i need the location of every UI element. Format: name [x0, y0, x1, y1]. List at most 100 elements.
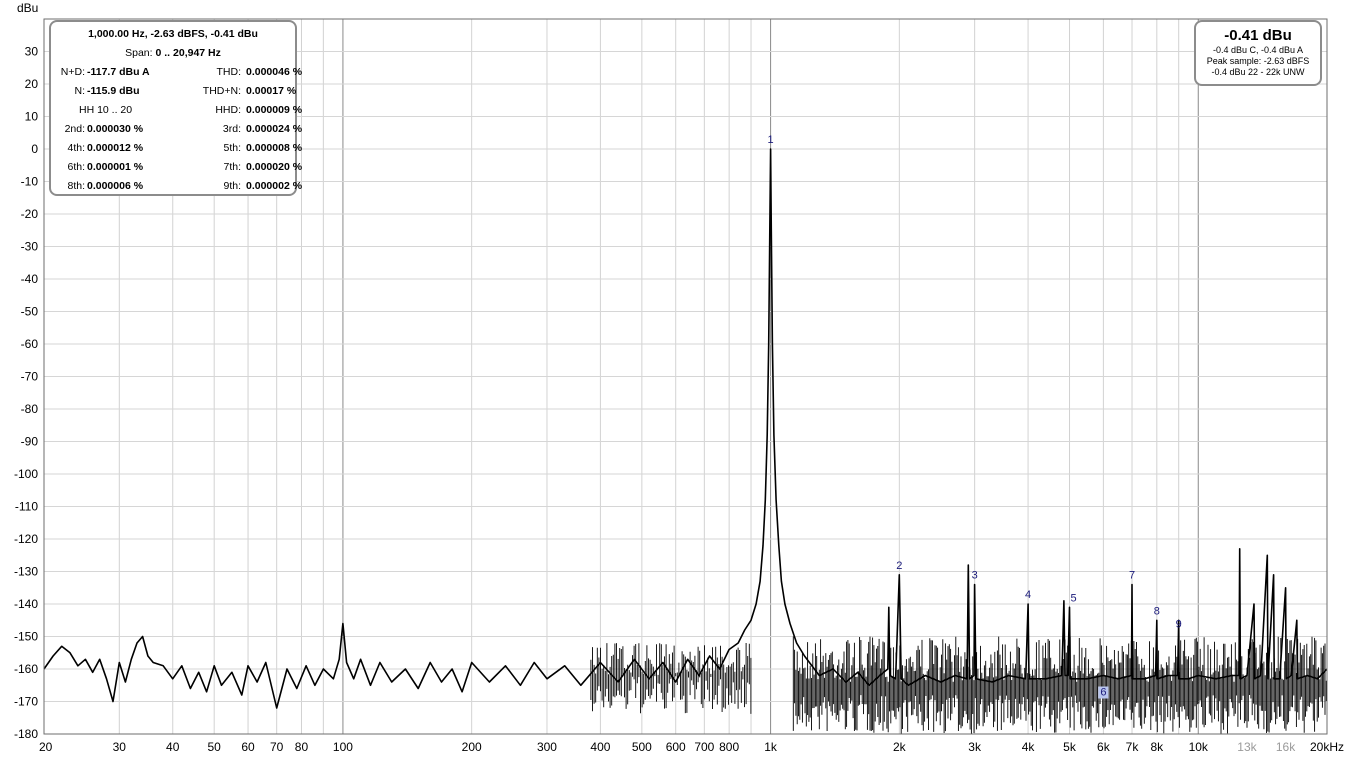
x-tick-label: 500: [632, 740, 652, 754]
x-tick-label: 700: [694, 740, 714, 754]
spectrum-series: [43, 148, 1328, 709]
x-tick-label: 200: [462, 740, 482, 754]
y-tick-label: -130: [14, 565, 38, 579]
y-axis-unit-label: dBu: [17, 1, 38, 15]
x-tick-label: 5k: [1063, 740, 1077, 754]
stat-value: 0.000046 %: [246, 66, 303, 78]
y-tick-label: -50: [21, 305, 39, 319]
level-unweighted: -0.4 dBu 22 - 22k UNW: [1211, 67, 1305, 77]
stat-value: 0.000002 %: [246, 180, 303, 192]
x-tick-label: 300: [537, 740, 557, 754]
stat-label: 7th:: [223, 161, 241, 173]
x-tick-label: 16k: [1276, 740, 1296, 754]
span-value: 0 .. 20,947 Hz: [155, 47, 221, 59]
x-tick-label: 13k: [1237, 740, 1257, 754]
y-tick-label: -120: [14, 532, 38, 546]
stat-value: 0.000012 %: [87, 142, 144, 154]
level-main-value: -0.41 dBu: [1224, 27, 1292, 44]
y-tick-label: -20: [21, 207, 39, 221]
y-tick-label: -140: [14, 597, 38, 611]
x-tick-label: 1k: [764, 740, 778, 754]
x-tick-label: 20kHz: [1310, 740, 1344, 754]
stat-value: 0.000009 %: [246, 104, 303, 116]
x-axis-ticks: 20 30 40 50 60 70 80 100 200 300 400 500 600 700 800 1k…: [39, 740, 1344, 754]
stat-value: -117.7 dBu A: [87, 66, 150, 78]
stat-label: N:: [74, 85, 86, 97]
level-peak-sample: Peak sample: -2.63 dBFS: [1206, 56, 1310, 66]
stats-row: 6th: 0.000001 % 7th: 0.000020 %: [51, 161, 302, 175]
y-tick-label: -100: [14, 467, 38, 481]
y-tick-label: -150: [14, 630, 38, 644]
stat-label: N+D:: [60, 66, 85, 78]
span-label: Span:: [125, 47, 153, 59]
y-tick-label: -180: [14, 727, 38, 741]
stat-label: 2nd:: [64, 123, 85, 135]
x-tick-label: 2k: [893, 740, 907, 754]
y-tick-label: -90: [21, 435, 39, 449]
harmonic-marker-label: 4: [1025, 589, 1031, 601]
stats-row: N+D: -117.7 dBu A THD: 0.000046 %: [51, 66, 302, 80]
x-tick-label: 30: [113, 740, 127, 754]
x-tick-label: 4k: [1022, 740, 1036, 754]
noise-floor-texture: [590, 636, 1327, 734]
harmonic-marker-label: 8: [1154, 605, 1160, 617]
stat-label: HH 10 .. 20: [79, 104, 133, 116]
harmonic-marker-label: 7: [1129, 570, 1135, 582]
x-tick-label: 6k: [1097, 740, 1111, 754]
stats-row: 8th: 0.000006 % 9th: 0.000002 %: [51, 180, 302, 194]
harmonic-marker-label: 9: [1176, 618, 1182, 630]
x-tick-label: 80: [295, 740, 309, 754]
y-tick-label: 0: [31, 142, 38, 156]
y-tick-label: -80: [21, 402, 39, 416]
x-tick-label: 60: [241, 740, 255, 754]
stats-row: HH 10 .. 20 HHD: 0.000009 %: [51, 104, 302, 118]
harmonic-marker-label: 2: [896, 560, 902, 572]
y-tick-label: -40: [21, 272, 39, 286]
x-tick-label: 40: [166, 740, 180, 754]
x-tick-label: 100: [333, 740, 353, 754]
harmonic-marker-label: 5: [1070, 592, 1076, 604]
harmonic-marker-label: 1: [768, 134, 774, 146]
x-tick-label: 400: [590, 740, 610, 754]
level-meter-panel[interactable]: -0.41 dBu -0.4 dBu C, -0.4 dBu A Peak sa…: [1194, 20, 1322, 86]
x-tick-label: 10k: [1189, 740, 1209, 754]
y-tick-label: 20: [25, 77, 39, 91]
y-tick-label: 30: [25, 45, 39, 59]
y-tick-label: -10: [21, 175, 39, 189]
stat-value: 0.00017 %: [246, 85, 297, 97]
stat-value: 0.000006 %: [87, 180, 144, 192]
y-axis-ticks: 30 20 10 0 -10 -20 -30 -40 -50 -60 -70 -80 -90 -100 -1…: [14, 45, 38, 742]
stat-value: 0.000020 %: [246, 161, 303, 173]
stat-label: 9th:: [223, 180, 241, 192]
stat-label: 6th:: [67, 161, 85, 173]
stats-row: 2nd: 0.000030 % 3rd: 0.000024 %: [51, 123, 303, 137]
x-tick-label: 800: [719, 740, 739, 754]
span-readout: Span: 0 .. 20,947 Hz: [51, 47, 295, 59]
stat-value: 0.000030 %: [87, 123, 144, 135]
y-tick-label: -30: [21, 240, 39, 254]
level-weighted: -0.4 dBu C, -0.4 dBu A: [1212, 45, 1304, 55]
stat-value: 0.000001 %: [87, 161, 144, 173]
stats-row: 4th: 0.000012 % 5th: 0.000008 %: [51, 142, 302, 156]
spectrum-line: [43, 148, 1328, 709]
y-tick-label: -160: [14, 662, 38, 676]
measurement-stats-panel[interactable]: 1,000.00 Hz, -2.63 dBFS, -0.41 dBu Span:…: [49, 20, 303, 196]
stats-row: N: -115.9 dBu THD+N: 0.00017 %: [51, 85, 297, 99]
stat-label: THD:: [216, 66, 242, 78]
stat-label: HHD:: [215, 104, 241, 116]
x-tick-label: 7k: [1126, 740, 1140, 754]
harmonic-marker-label: 3: [972, 570, 978, 582]
stat-value: 0.000008 %: [246, 142, 303, 154]
x-tick-label: 600: [666, 740, 686, 754]
harmonic-marker-label: 6: [1100, 687, 1106, 699]
fundamental-readout: 1,000.00 Hz, -2.63 dBFS, -0.41 dBu: [88, 28, 258, 40]
x-tick-label: 50: [208, 740, 222, 754]
stat-value: 0.000024 %: [246, 123, 303, 135]
stat-label: 3rd:: [222, 123, 241, 135]
x-tick-label: 70: [270, 740, 284, 754]
y-tick-label: -170: [14, 695, 38, 709]
stat-label: 8th:: [67, 180, 85, 192]
stat-value: -115.9 dBu: [87, 85, 140, 97]
x-tick-label: 8k: [1150, 740, 1164, 754]
stat-label: THD+N:: [202, 85, 241, 97]
